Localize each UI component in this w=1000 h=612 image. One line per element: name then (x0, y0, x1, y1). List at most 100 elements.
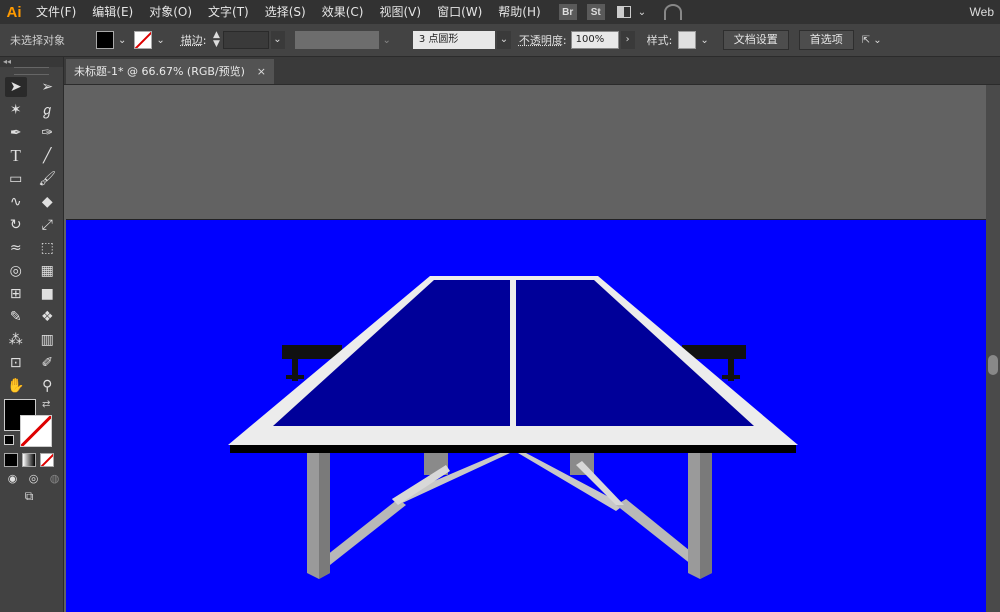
brace-front-left (322, 499, 406, 565)
tool-row: ∿ ◆ (0, 190, 63, 213)
none-mode-icon[interactable] (40, 453, 54, 467)
stroke-swatch[interactable] (134, 31, 153, 49)
chevron-down-icon[interactable]: ⌄ (118, 35, 126, 46)
zoom-tool-icon[interactable]: ⚲ (36, 376, 58, 396)
blend-tool-icon[interactable]: ❖ (36, 307, 58, 327)
tool-row: ⁂ ▥ (0, 328, 63, 351)
gradient-tool-icon[interactable]: ■ (36, 284, 58, 304)
menu-help[interactable]: 帮助(H) (490, 0, 548, 24)
stroke-weight-field[interactable] (222, 31, 269, 49)
draw-inside-icon[interactable]: ◍ (46, 468, 63, 488)
opacity-label[interactable]: 不透明度 (519, 32, 563, 48)
menu-object[interactable]: 对象(O) (141, 0, 200, 24)
vertical-scrollbar[interactable] (986, 85, 1000, 612)
brush-definition[interactable]: 3 点圆形 (412, 31, 495, 49)
column-graph-tool-icon[interactable]: ▥ (36, 330, 58, 350)
draw-behind-icon[interactable]: ◎ (25, 468, 42, 488)
front-leg-right-shade (700, 453, 712, 579)
brush-dropdown[interactable]: ⌄ (496, 31, 511, 49)
shaper-tool-icon[interactable]: ∿ (5, 192, 27, 212)
tool-row: ⊡ ✐ (0, 351, 63, 374)
free-transform-tool-icon[interactable]: ⬚ (36, 238, 58, 258)
canvas-area[interactable] (64, 85, 1000, 612)
menu-edit[interactable]: 编辑(E) (84, 0, 141, 24)
preferences-button[interactable]: 首选项 (798, 30, 854, 50)
stroke-weight-dropdown[interactable]: ⌄ (270, 31, 285, 49)
close-icon[interactable]: × (257, 59, 266, 84)
menu-effect[interactable]: 效果(C) (314, 0, 372, 24)
workspace-switcher[interactable]: Web (964, 0, 1000, 24)
perspective-grid-tool-icon[interactable]: ▦ (36, 261, 58, 281)
stroke-label[interactable]: 描边 (181, 32, 203, 48)
net-left-foot (286, 375, 304, 379)
screen-mode-icon[interactable]: ⧉ (18, 486, 40, 506)
variable-width-profile (294, 31, 379, 49)
bridge-button[interactable]: Br (558, 4, 577, 20)
opacity-arrow[interactable]: › (620, 31, 635, 49)
none-slash (41, 454, 53, 466)
fill-stroke-widget: ⇄ (0, 397, 63, 451)
panel-grip[interactable] (14, 67, 49, 75)
line-segment-tool-icon[interactable]: ╱ (36, 146, 58, 166)
eyedropper-tool-icon[interactable]: ✎ (5, 307, 27, 327)
stock-button[interactable]: St (586, 4, 605, 20)
lasso-tool-icon[interactable]: ℊ (36, 100, 58, 120)
control-bar: 未选择对象 ⌄ ⌄ 描边 : ▲ ▼ ⌄ ⌄ 3 点圆形 ⌄ 不透明度 : 100… (0, 24, 1000, 57)
front-leg-left-shade (319, 453, 330, 579)
color-mode-icon[interactable] (4, 453, 18, 467)
screen-mode-row: ⧉ (0, 487, 63, 505)
type-tool-icon[interactable]: T (5, 146, 27, 166)
tool-row: ➤ ➢ (0, 75, 63, 98)
draw-normal-icon[interactable]: ◉ (4, 468, 21, 488)
arrange-documents-button[interactable]: ⌄ (616, 6, 650, 18)
menu-file[interactable]: 文件(F) (28, 0, 84, 24)
ping-pong-table-artwork[interactable] (64, 85, 1000, 612)
selection-tool-icon[interactable]: ➤ (4, 76, 27, 97)
color-mode-row (0, 451, 63, 469)
artboard-tool-icon[interactable]: ⊡ (5, 353, 27, 373)
symbol-sprayer-tool-icon[interactable]: ⁂ (5, 330, 27, 350)
magic-wand-tool-icon[interactable]: ✶ (5, 100, 27, 120)
chevron-down-icon[interactable]: ⌄ (700, 35, 708, 46)
scroll-thumb[interactable] (988, 355, 998, 375)
graphic-style-swatch[interactable] (678, 31, 697, 49)
sync-icon[interactable] (664, 4, 683, 20)
brace-mid-left (392, 465, 450, 505)
menu-type[interactable]: 文字(T) (200, 0, 257, 24)
rectangle-tool-icon[interactable]: ▭ (5, 169, 27, 189)
swap-colors-icon[interactable]: ⇄ (42, 399, 50, 410)
chevron-down-icon: ⌄ (382, 34, 391, 46)
arrange-icon[interactable]: ⇱ ⌄ (862, 35, 882, 46)
width-tool-icon[interactable]: ≈ (5, 238, 27, 258)
paintbrush-tool-icon[interactable]: 🖌 (36, 169, 58, 189)
document-tab-title: 未标题-1* @ 66.67% (RGB/预览) (74, 65, 245, 78)
tool-row: ◎ ▦ (0, 259, 63, 282)
selection-state: 未选择对象 (10, 34, 65, 47)
default-colors-icon[interactable] (4, 435, 14, 445)
hand-tool-icon[interactable]: ✋ (5, 376, 27, 396)
shape-builder-tool-icon[interactable]: ◎ (5, 261, 27, 281)
chevron-down-icon[interactable]: ⌄ (156, 35, 164, 46)
curvature-tool-icon[interactable]: ✑ (36, 123, 58, 143)
menu-select[interactable]: 选择(S) (257, 0, 314, 24)
rotate-tool-icon[interactable]: ↻ (5, 215, 27, 235)
scale-tool-icon[interactable]: ⤢ (36, 215, 58, 235)
opacity-field[interactable]: 100% (570, 31, 619, 49)
stroke-color-box[interactable] (20, 415, 52, 447)
pen-tool-icon[interactable]: ✒ (5, 123, 27, 143)
document-setup-button[interactable]: 文档设置 (722, 30, 789, 50)
document-tab[interactable]: 未标题-1* @ 66.67% (RGB/预览) × (66, 59, 274, 84)
eraser-tool-icon[interactable]: ◆ (36, 192, 58, 212)
stroke-weight-stepper[interactable]: ▲ ▼ (211, 31, 223, 49)
mesh-tool-icon[interactable]: ⊞ (5, 284, 27, 304)
menu-window[interactable]: 窗口(W) (429, 0, 490, 24)
collapse-panel-icon[interactable]: ◂◂ (0, 57, 63, 67)
slice-tool-icon[interactable]: ✐ (36, 353, 58, 373)
direct-selection-tool-icon[interactable]: ➢ (36, 77, 58, 97)
menu-view[interactable]: 视图(V) (371, 0, 429, 24)
fill-swatch[interactable] (96, 31, 114, 49)
draw-mode-row: ◉ ◎ ◍ (0, 469, 63, 487)
tools-panel: ◂◂ ➤ ➢ ✶ ℊ ✒ ✑ T ╱ ▭ 🖌 ∿ ◆ ↻ ⤢ ≈ ⬚ ◎ ▦ ⊞… (0, 57, 64, 612)
table-edge (230, 445, 796, 453)
gradient-mode-icon[interactable] (22, 453, 36, 467)
